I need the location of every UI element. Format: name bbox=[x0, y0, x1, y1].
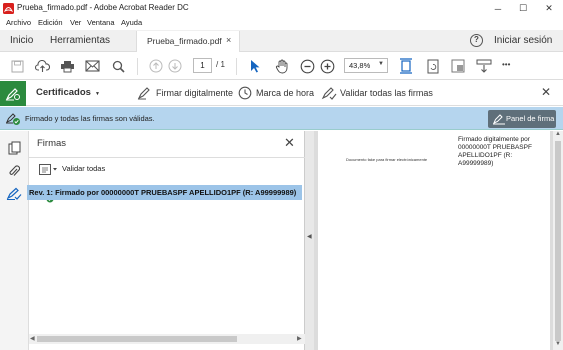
toolbar: / 1 ▼ ••• bbox=[0, 53, 563, 80]
vertical-scroll-thumb[interactable] bbox=[555, 141, 561, 341]
close-signatures-panel-icon[interactable]: ✕ bbox=[284, 135, 295, 151]
scroll-right-icon[interactable]: ▶ bbox=[297, 335, 302, 342]
hand-tool-icon[interactable] bbox=[274, 58, 290, 74]
toolbar-divider bbox=[137, 58, 138, 75]
menu-bar: Archivo Edición Ver Ventana Ayuda bbox=[0, 17, 563, 30]
signature-panel-icon bbox=[492, 113, 506, 127]
signature-status-message: Firmado y todas las firmas son válidas. bbox=[25, 114, 155, 123]
validate-signatures-icon bbox=[321, 86, 337, 102]
save-icon[interactable] bbox=[9, 58, 25, 74]
panel-divider bbox=[29, 157, 305, 158]
close-certificates-icon[interactable]: ✕ bbox=[541, 85, 551, 99]
toolbar-divider bbox=[236, 58, 237, 75]
timestamp-icon bbox=[238, 86, 252, 102]
close-window-button[interactable]: ✕ bbox=[536, 0, 562, 17]
tab-inicio[interactable]: Inicio bbox=[10, 35, 33, 46]
title-bar: Prueba_firmado.pdf - Adobe Acrobat Reade… bbox=[0, 0, 563, 17]
signature-line: A99999989) bbox=[458, 160, 494, 167]
signature-panel-button[interactable]: Panel de firma bbox=[488, 110, 556, 128]
fit-page-icon[interactable] bbox=[398, 58, 414, 74]
certificates-tool-icon[interactable] bbox=[0, 81, 26, 106]
help-icon[interactable]: ? bbox=[470, 34, 483, 47]
menu-ver[interactable]: Ver bbox=[70, 18, 81, 27]
zoom-level-select[interactable]: 43,8% bbox=[344, 58, 388, 73]
signatures-panel: Firmas ✕ Validar todas bbox=[29, 131, 305, 350]
scroll-up-icon[interactable]: ▲ bbox=[555, 131, 561, 137]
signature-panel-label: Panel de firma bbox=[506, 114, 555, 123]
validate-all-button[interactable]: Validar todas bbox=[62, 164, 105, 173]
document-tab-label: Prueba_firmado.pdf bbox=[147, 36, 222, 46]
signature-status-bar: Firmado y todas las firmas son válidas. bbox=[0, 107, 563, 130]
scroll-down-icon[interactable]: ▼ bbox=[555, 341, 561, 347]
acrobat-app-icon bbox=[3, 3, 14, 14]
validate-all-signatures-button[interactable]: Validar todas las firmas bbox=[340, 88, 433, 98]
menu-edicion[interactable]: Edición bbox=[38, 18, 63, 27]
page-number-input[interactable]: 1 bbox=[193, 58, 212, 73]
tab-document[interactable]: Prueba_firmado.pdf × bbox=[136, 31, 240, 52]
signatures-panel-title: Firmas bbox=[37, 138, 67, 149]
options-menu-icon[interactable] bbox=[39, 164, 58, 177]
document-body-text: Documento fake para firmar electrónicame… bbox=[346, 157, 428, 162]
zoom-out-icon[interactable] bbox=[299, 58, 315, 74]
close-tab-icon[interactable]: × bbox=[226, 35, 231, 45]
tab-bar: Inicio Herramientas ? Iniciar sesión bbox=[0, 30, 563, 52]
cloud-upload-icon[interactable] bbox=[34, 58, 50, 74]
signature-list-item[interactable]: Rev. 1: Firmado por 00000000T PRUEBASPF … bbox=[27, 185, 302, 200]
panel-splitter[interactable]: ◀ bbox=[305, 131, 314, 350]
search-icon[interactable] bbox=[110, 58, 126, 74]
tab-herramientas[interactable]: Herramientas bbox=[50, 35, 110, 46]
document-signature-field[interactable]: Firmado digitalmente por 00000000T PRUEB… bbox=[458, 136, 553, 168]
rotate-view-icon[interactable] bbox=[425, 58, 441, 74]
full-screen-icon[interactable] bbox=[450, 58, 466, 74]
signature-line: APELLIDO1PF (R: bbox=[458, 152, 513, 159]
timestamp-button[interactable]: Marca de hora bbox=[256, 88, 314, 98]
collapse-panel-icon[interactable]: ◀ bbox=[307, 233, 312, 240]
left-navigation-rail bbox=[0, 131, 29, 350]
signatures-panel-icon[interactable] bbox=[6, 187, 22, 203]
signin-button[interactable]: Iniciar sesión bbox=[494, 35, 552, 46]
menu-ventana[interactable]: Ventana bbox=[87, 18, 115, 27]
email-icon[interactable] bbox=[84, 58, 100, 74]
read-mode-icon[interactable] bbox=[476, 58, 492, 74]
next-page-icon[interactable] bbox=[167, 58, 183, 74]
pages-thumbnails-icon[interactable] bbox=[8, 141, 21, 157]
signature-line: 00000000T PRUEBASPF bbox=[458, 144, 532, 151]
zoom-in-icon[interactable] bbox=[319, 58, 335, 74]
menu-ayuda[interactable]: Ayuda bbox=[121, 18, 142, 27]
select-cursor-icon[interactable] bbox=[247, 58, 263, 74]
sign-digitally-button[interactable]: Firmar digitalmente bbox=[156, 88, 233, 98]
maximize-button[interactable]: ☐ bbox=[510, 0, 536, 17]
more-tools-icon[interactable]: ••• bbox=[502, 60, 510, 69]
minimize-button[interactable]: ─ bbox=[485, 0, 511, 17]
previous-page-icon[interactable] bbox=[148, 58, 164, 74]
window-title: Prueba_firmado.pdf - Adobe Acrobat Reade… bbox=[17, 3, 189, 12]
certificates-title[interactable]: Certificados bbox=[36, 87, 91, 98]
sign-digitally-icon bbox=[137, 86, 153, 102]
scroll-left-icon[interactable]: ◀ bbox=[30, 335, 35, 342]
attachments-icon[interactable] bbox=[8, 164, 21, 180]
vertical-scrollbar[interactable]: ▲ ▼ bbox=[553, 131, 563, 350]
horizontal-scrollbar[interactable]: ◀ ▶ bbox=[29, 334, 305, 344]
page-total: / 1 bbox=[216, 60, 225, 69]
print-icon[interactable] bbox=[59, 58, 75, 74]
menu-archivo[interactable]: Archivo bbox=[6, 18, 31, 27]
certificates-dropdown-icon[interactable]: ▼ bbox=[95, 91, 100, 97]
horizontal-scroll-thumb[interactable] bbox=[37, 336, 237, 342]
valid-signature-icon bbox=[5, 112, 21, 128]
signature-line: Firmado digitalmente por bbox=[458, 136, 530, 143]
